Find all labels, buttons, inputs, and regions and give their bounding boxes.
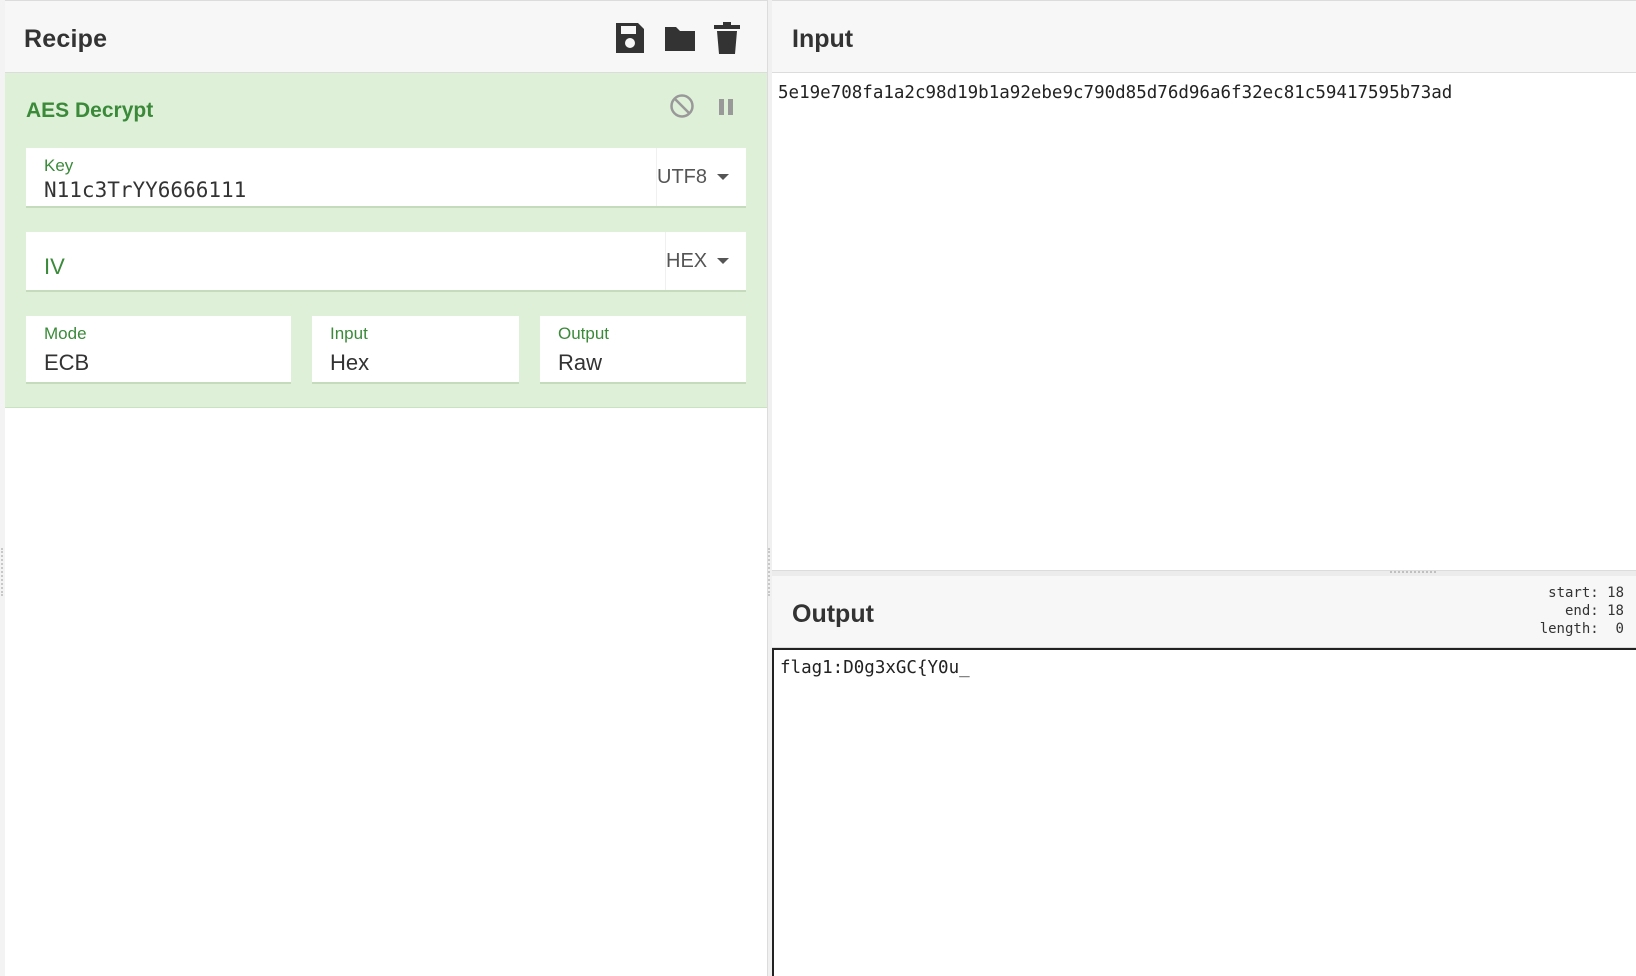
recipe-panel: Recipe AES Decrypt Key N11c3TrYY6666111 … xyxy=(5,0,767,976)
output-textarea[interactable]: flag1:D0g3xGC{Y0u_ xyxy=(772,648,1636,976)
chevron-down-icon xyxy=(717,174,729,180)
stat-start: start: 18 xyxy=(1548,585,1624,601)
output-panel: Output start: 18 end: 18 length: 0 flag1… xyxy=(772,576,1636,976)
column-resize-handle[interactable] xyxy=(768,548,771,596)
pause-icon[interactable] xyxy=(715,97,737,117)
input-format-label: Input xyxy=(330,324,368,343)
key-input[interactable]: N11c3TrYY6666111 xyxy=(44,178,246,202)
output-format-value: Raw xyxy=(558,350,603,375)
output-format-select[interactable]: Output Raw xyxy=(540,316,746,384)
selection-stats: start: 18 end: 18 length: 0 xyxy=(1540,584,1624,638)
mode-value: ECB xyxy=(44,350,90,375)
output-title: Output xyxy=(792,600,874,628)
key-field[interactable]: Key N11c3TrYY6666111 UTF8 xyxy=(26,148,746,208)
operation-title: AES Decrypt xyxy=(26,99,154,122)
input-format-value: Hex xyxy=(330,350,370,375)
cyberchef-app: Recipe AES Decrypt Key N11c3TrYY6666111 … xyxy=(0,0,1636,976)
mode-select[interactable]: Mode ECB xyxy=(26,316,291,384)
iv-encoding-dropdown[interactable]: HEX xyxy=(665,232,730,290)
recipe-header: Recipe xyxy=(5,1,767,73)
save-icon[interactable] xyxy=(614,21,646,55)
output-header: Output start: 18 end: 18 length: 0 xyxy=(772,576,1636,648)
input-format-select[interactable]: Input Hex xyxy=(312,316,519,384)
key-label: Key xyxy=(44,156,74,175)
output-format-label: Output xyxy=(558,324,610,343)
key-encoding-label: UTF8 xyxy=(657,166,707,188)
input-header: Input xyxy=(772,1,1636,73)
stat-length: length: 0 xyxy=(1539,621,1624,637)
input-panel: Input 5e19e708fa1a2c98d19b1a92ebe9c790d8… xyxy=(772,0,1636,570)
folder-icon[interactable] xyxy=(663,21,697,55)
iv-encoding-label: HEX xyxy=(666,250,708,272)
trash-icon[interactable] xyxy=(713,21,741,55)
aes-decrypt-operation[interactable]: AES Decrypt Key N11c3TrYY6666111 UTF8 IV xyxy=(5,73,767,408)
key-encoding-dropdown[interactable]: UTF8 xyxy=(656,148,729,206)
chevron-down-icon xyxy=(717,258,730,264)
iv-label: IV xyxy=(44,254,65,279)
input-textarea[interactable]: 5e19e708fa1a2c98d19b1a92ebe9c790d85d76d9… xyxy=(778,83,1452,103)
recipe-title: Recipe xyxy=(24,25,108,53)
pane-resize-handle[interactable] xyxy=(1390,571,1436,574)
iv-field[interactable]: IV HEX xyxy=(26,232,746,292)
output-text: flag1:D0g3xGC{Y0u_ xyxy=(780,658,970,678)
disable-operation-icon[interactable] xyxy=(669,93,695,119)
mode-label: Mode xyxy=(44,324,87,343)
left-resize-handle[interactable] xyxy=(1,548,4,596)
stat-end: end: 18 xyxy=(1564,603,1624,619)
input-title: Input xyxy=(792,25,854,53)
